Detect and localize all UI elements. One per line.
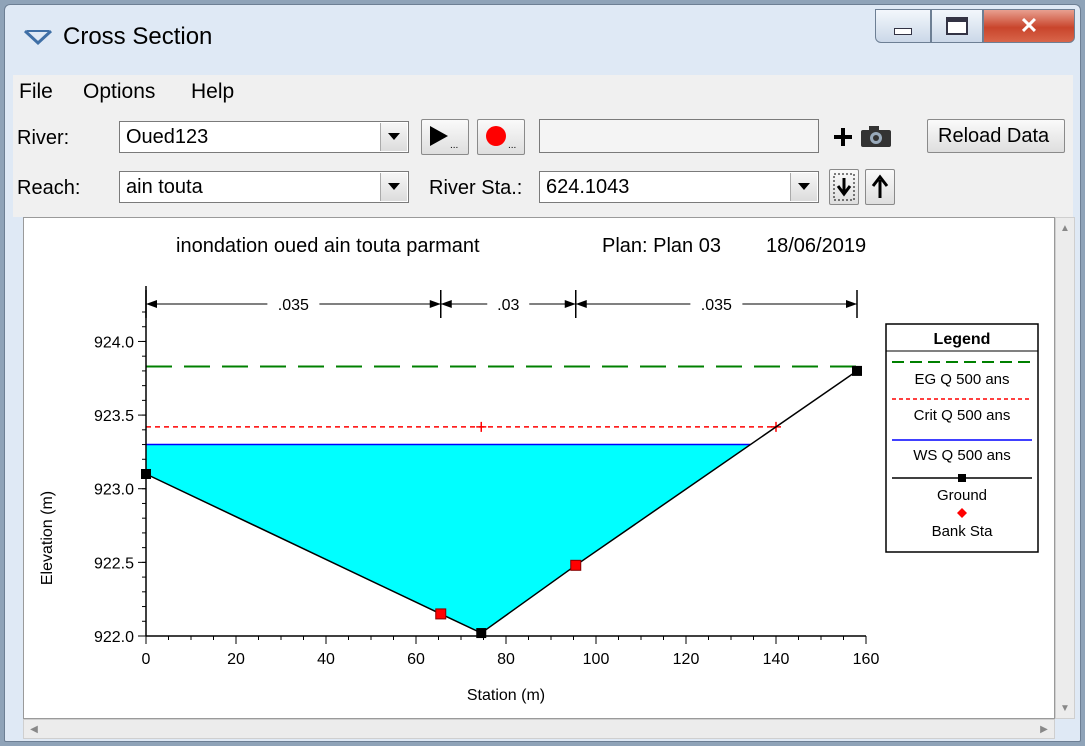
cross-section-chart: inondation oued ain touta parmant Plan: … [39, 235, 1039, 704]
river-sta-select[interactable]: 624.1043 [539, 171, 819, 203]
minimize-icon [894, 27, 912, 35]
window-menu-icon[interactable] [23, 27, 53, 47]
x-tick-label: 100 [583, 651, 610, 668]
x-tick-label: 160 [853, 651, 880, 668]
mannings-arrowhead [146, 300, 157, 308]
legend-title: Legend [934, 331, 991, 348]
scroll-down-icon[interactable]: ▼ [1057, 700, 1073, 716]
plus-icon[interactable] [831, 125, 855, 149]
menu-help[interactable]: Help [191, 80, 234, 104]
svg-text:...: ... [508, 140, 516, 151]
y-axis-label: Elevation (m) [39, 491, 56, 585]
mannings-n-label: .03 [497, 297, 519, 314]
vertical-scrollbar[interactable]: ▲ ▼ [1055, 217, 1075, 719]
cross-section-window: Cross Section ✕ File Options Help River:… [4, 4, 1081, 742]
reach-select[interactable]: ain touta [119, 171, 409, 203]
close-button[interactable]: ✕ [983, 9, 1075, 43]
bank-station-marker [570, 559, 582, 571]
water-fill [146, 444, 751, 634]
window-title: Cross Section [63, 23, 213, 50]
legend: Legend EG Q 500 ans Crit Q 500 ans WS Q … [885, 323, 1039, 553]
y-tick-label: 924.0 [94, 334, 134, 351]
y-tick-label: 923.0 [94, 482, 134, 499]
y-tick-label: 923.5 [94, 408, 134, 425]
bank-station-marker [435, 608, 447, 620]
menu-bar: File Options Help [13, 75, 1073, 110]
reload-data-label: Reload Data [938, 125, 1050, 147]
legend-ground: Ground [937, 487, 987, 504]
next-station-up-button[interactable] [865, 169, 895, 205]
crit-marker [476, 421, 487, 432]
plot-area[interactable]: inondation oued ain touta parmant Plan: … [23, 217, 1055, 719]
x-tick-label: 0 [142, 651, 151, 668]
mannings-arrowhead [575, 300, 587, 308]
next-station-down-button[interactable] [829, 169, 859, 205]
x-tick-label: 120 [673, 651, 700, 668]
mannings-n-label: .035 [278, 297, 309, 314]
camera-icon[interactable] [859, 123, 893, 149]
x-tick-label: 60 [407, 651, 425, 668]
mannings-n-label: .035 [701, 297, 732, 314]
reload-data-button[interactable]: Reload Data [927, 119, 1065, 153]
maximize-icon [946, 17, 968, 35]
horizontal-scrollbar[interactable]: ◀ ▶ [23, 719, 1055, 739]
svg-text:...: ... [450, 140, 458, 151]
plot-name-input[interactable] [539, 119, 819, 153]
menu-options[interactable]: Options [83, 80, 155, 104]
x-tick-label: 20 [227, 651, 245, 668]
close-icon: ✕ [1019, 13, 1039, 38]
mannings-arrowhead [429, 300, 441, 308]
x-tick-label: 40 [317, 651, 335, 668]
river-value: Oued123 [126, 126, 209, 148]
title-bar[interactable]: Cross Section ✕ [5, 5, 1080, 65]
chart-plan: Plan: Plan 03 [602, 235, 721, 257]
play-button[interactable]: ... [421, 119, 469, 155]
legend-crit: Crit Q 500 ans [914, 407, 1011, 424]
minimize-button[interactable] [875, 9, 931, 43]
x-axis-label: Station (m) [467, 687, 545, 704]
toolbar: River: Oued123 ... ... Reload Data Reach… [13, 109, 1073, 217]
record-icon: ... [486, 126, 516, 151]
river-select[interactable]: Oued123 [119, 121, 409, 153]
legend-bank: Bank Sta [932, 523, 994, 540]
ground-point [852, 365, 862, 376]
mannings-arrowhead [846, 300, 857, 308]
dropdown-arrow-icon[interactable] [380, 123, 407, 151]
reach-label: Reach: [17, 177, 81, 199]
reach-value: ain touta [126, 176, 203, 198]
scroll-left-icon[interactable]: ◀ [26, 721, 42, 737]
mannings-arrowhead [564, 300, 576, 308]
chart-title: inondation oued ain touta parmant [176, 235, 480, 257]
dropdown-arrow-icon[interactable] [790, 173, 817, 201]
menu-file[interactable]: File [19, 80, 53, 104]
legend-ws: WS Q 500 ans [913, 447, 1011, 464]
up-arrow-icon [871, 174, 889, 198]
play-icon: ... [430, 126, 458, 151]
x-tick-label: 140 [763, 651, 790, 668]
legend-ground-marker [958, 474, 966, 482]
scroll-right-icon[interactable]: ▶ [1036, 721, 1052, 737]
legend-eg: EG Q 500 ans [914, 371, 1009, 388]
maximize-button[interactable] [931, 9, 983, 43]
river-sta-value: 624.1043 [546, 176, 630, 198]
mannings-arrowhead [440, 300, 452, 308]
scroll-up-icon[interactable]: ▲ [1057, 220, 1073, 236]
chart-date: 18/06/2019 [766, 235, 866, 257]
download-icon [833, 173, 855, 201]
record-button[interactable]: ... [477, 119, 525, 155]
river-sta-label: River Sta.: [429, 177, 523, 199]
y-tick-label: 922.0 [94, 629, 134, 646]
river-label: River: [17, 127, 70, 149]
x-tick-label: 80 [497, 651, 515, 668]
y-tick-label: 922.5 [94, 555, 134, 572]
dropdown-arrow-icon[interactable] [380, 173, 407, 201]
